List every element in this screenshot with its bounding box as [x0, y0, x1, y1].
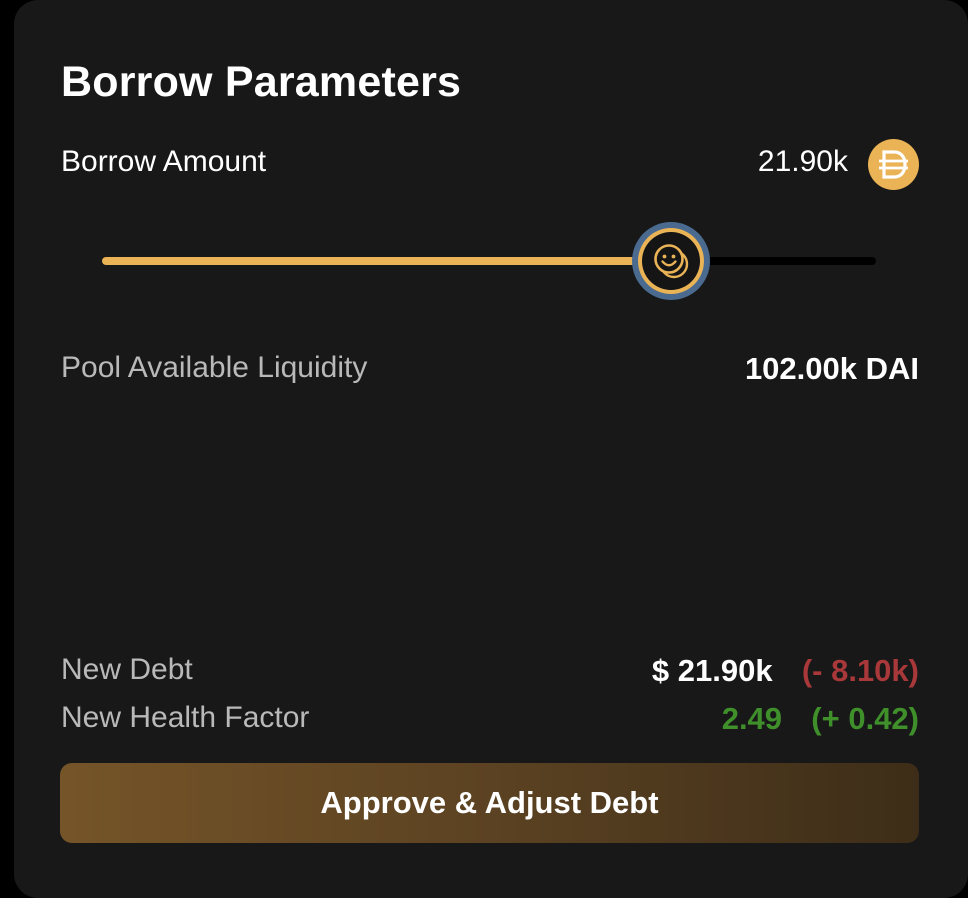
borrow-parameters-card: Borrow Parameters Borrow Amount 21.90k P…	[14, 0, 968, 898]
new-debt-value: $ 21.90k	[651, 653, 773, 688]
dai-icon	[868, 139, 919, 190]
new-debt-label: New Debt	[61, 653, 193, 686]
pool-liquidity-value: 102.00k DAI	[744, 351, 919, 386]
new-debt-change: (- 8.10k)	[801, 653, 919, 688]
slider-thumb[interactable]	[632, 222, 710, 300]
new-debt-value-group: $ 21.90k (- 8.10k)	[652, 653, 919, 689]
panel-title: Borrow Parameters	[61, 58, 462, 106]
smiley-coin-icon	[654, 244, 689, 279]
health-factor-label: New Health Factor	[61, 701, 310, 734]
health-factor-value-group: 2.49 (+ 0.42)	[722, 701, 919, 737]
approve-adjust-debt-button[interactable]: Approve & Adjust Debt	[60, 763, 919, 843]
borrow-amount-value: 21.90k	[757, 145, 848, 178]
pool-liquidity-label: Pool Available Liquidity	[61, 351, 368, 384]
slider-fill	[102, 257, 671, 265]
health-factor-change: (+ 0.42)	[811, 701, 919, 736]
borrow-amount-label: Borrow Amount	[61, 145, 267, 178]
health-factor-value: 2.49	[721, 701, 783, 736]
borrow-amount-slider[interactable]	[102, 257, 876, 265]
